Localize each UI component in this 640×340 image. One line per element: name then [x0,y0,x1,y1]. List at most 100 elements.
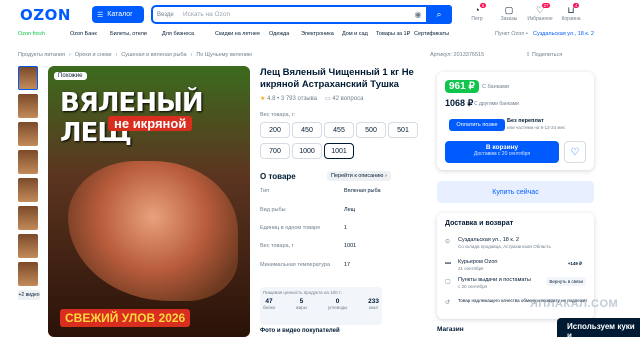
similar-button[interactable]: Похожие [54,72,87,80]
ozon-card-price: 961 ₽ [445,80,479,93]
weight-option-selected[interactable]: 1001 [324,143,354,159]
image-caption: СВЕЖИЙ УЛОВ 2026 [60,309,191,327]
price-box: 961 ₽ С банками 1068 ₽ С другими банками… [437,72,594,170]
pay-later-button[interactable]: Оплатить позже [449,119,505,131]
thumbnail-list: +2 видео [18,66,40,300]
weight-option[interactable]: 450 [292,122,322,138]
box-icon: ▢ [445,279,451,285]
product-actions: Артикул: 2013376515 ⇪ Поделиться [430,52,562,58]
nutrition-carbs: 0 углеводы [327,298,348,310]
nav-tickets[interactable]: Билеты, отели [110,31,147,37]
spec-row: Единиц в одном товаре 1 [260,225,348,231]
nutrition-kcal: 233 ккал [368,298,379,310]
search-input[interactable]: Искать на Ozon [183,11,410,18]
pickup-point-label: Пункт Ozon • [495,31,528,37]
camera-icon[interactable]: ◉ [410,10,426,19]
nav-one-ruble[interactable]: Товары за 1₽ [376,31,410,37]
heart-icon: ♡ 27 [535,3,550,15]
cookie-banner[interactable]: Используем куки и [557,318,640,340]
nav-home-garden[interactable]: Дом и сад [342,31,368,37]
header: OZON ☰ Каталог Везде Искать на Ozon ◉ ⌕ ◔… [0,0,640,28]
customer-photos-heading: Фото и видео покупателей [260,328,340,334]
product-title: Лещ Вяленый Чищенный 1 кг Не икряной Аст… [260,67,414,90]
pin-icon: ⊙ [445,239,451,245]
breadcrumb-separator: › [115,52,118,58]
nav-certificates[interactable]: Сертификаты [414,31,449,37]
image-subheadline: не икряной [108,116,193,131]
user-icon: ◔ 5 [474,3,486,15]
search-icon: ⌕ [436,9,442,19]
pickup-address-link[interactable]: Суздальская ул., 18 к. 2 [533,31,594,37]
nav-business[interactable]: Для бизнеса [162,31,194,37]
weight-option[interactable]: 500 [356,122,386,138]
nav-clothes[interactable]: Одежда [269,31,289,37]
secondary-nav: Ozon fresh Ozon Банк Билеты, отели Для б… [0,30,640,42]
breadcrumb: Продукты питания › Орехи и снеки › Сушеная… [18,52,252,58]
questions-link[interactable]: ▭ 42 вопроса [325,95,363,102]
thumbnail[interactable] [18,122,38,146]
thumbnail[interactable] [18,94,38,118]
weight-option[interactable]: 501 [388,122,418,138]
main-product-image[interactable]: Похожие ВЯЛЕНЫЙ ЛЕЩ не икряной СВЕЖИЙ УЛ… [48,66,250,337]
thumbnail[interactable] [18,178,38,202]
thumbnail[interactable] [18,234,38,258]
thumbnail[interactable] [18,150,38,174]
nutrition-heading: Пищевая ценность продукта на 100 г: [263,290,342,295]
share-icon: ⇪ [525,52,531,58]
nutrition-panel: Пищевая ценность продукта на 100 г: 47 бе… [260,287,382,325]
add-to-cart-button[interactable]: В корзину Доставим с 20 сентября [445,141,559,163]
breadcrumb-item[interactable]: По Щучьему велению [196,52,252,58]
thumbnail[interactable] [18,262,38,286]
breadcrumb-item[interactable]: Орехи и снеки [75,52,112,58]
go-to-description-button[interactable]: Перейти к описанию › [327,171,391,181]
orders-link[interactable]: ▢ Заказы [494,5,524,22]
watermark: ЯПЛАКАЛ.COM [530,298,619,310]
catalog-button[interactable]: ☰ Каталог [92,6,144,23]
buy-now-button[interactable]: Купить сейчас [437,181,594,203]
breadcrumb-separator: › [69,52,71,58]
thumbnail[interactable] [18,66,38,90]
other-banks-label: С другими банками [474,101,519,107]
ozon-logo[interactable]: OZON [20,6,71,24]
regular-price: 1068 ₽ [445,98,474,108]
return-button[interactable]: Вернуть в связи [546,277,586,286]
heart-icon: ♡ [570,146,580,158]
search-bar: Везде Искать на Ozon ◉ ⌕ [151,5,452,24]
thumbnail[interactable] [18,206,38,230]
chevron-right-icon: › [384,173,387,179]
nav-summer-sale[interactable]: Скидки на летнее [215,31,260,37]
favorites-link[interactable]: ♡ 27 Избранное [525,3,555,22]
nav-ozon-fresh[interactable]: Ozon fresh [18,31,45,37]
breadcrumb-item[interactable]: Продукты питания [18,52,65,58]
weight-option[interactable]: 700 [260,143,290,159]
nav-ozon-bank[interactable]: Ozon Банк [70,31,97,37]
search-button[interactable]: ⌕ [426,5,452,24]
weight-label: Вес товара, г: [260,112,296,118]
add-favorite-button[interactable]: ♡ [564,141,586,163]
user-profile[interactable]: ◔ 5 Петр [462,3,492,22]
weight-option[interactable]: 1000 [292,143,322,159]
installment-subtitle: или частями на 6-12-24 мес [507,125,566,130]
box-icon: ▢ [504,5,514,15]
article-number[interactable]: Артикул: 2013376515 [430,52,484,58]
menu-icon: ☰ [97,11,104,19]
chat-icon: ▭ [325,96,331,102]
spec-row: Вес товара, г 1001 [260,243,357,249]
nutrition-protein: 47 белки [263,298,275,310]
delivery-heading: Доставка и возврат [445,220,514,227]
search-scope-select[interactable]: Везде [153,12,183,18]
breadcrumb-item[interactable]: Сушеная и вяленая рыба [121,52,186,58]
cart-icon: ⊔ 4 [567,3,579,15]
nutrition-fat: 5 жиры [295,298,308,310]
truck-icon: ▬ [445,260,451,266]
weight-option[interactable]: 200 [260,122,290,138]
weight-option[interactable]: 455 [324,122,354,138]
breadcrumb-separator: › [190,52,193,58]
nav-electronics[interactable]: Электроника [301,31,334,37]
reviews-link[interactable]: ★ 4.8 • 3 793 отзыва [260,95,317,102]
spec-row: Минимальная температура 17 [260,262,351,268]
more-videos-button[interactable]: +2 видео [18,290,40,300]
bank-label: С банками [482,84,510,90]
cart-link[interactable]: ⊔ 4 Корзина [556,3,586,22]
share-link[interactable]: ⇪ Поделиться [526,52,563,58]
